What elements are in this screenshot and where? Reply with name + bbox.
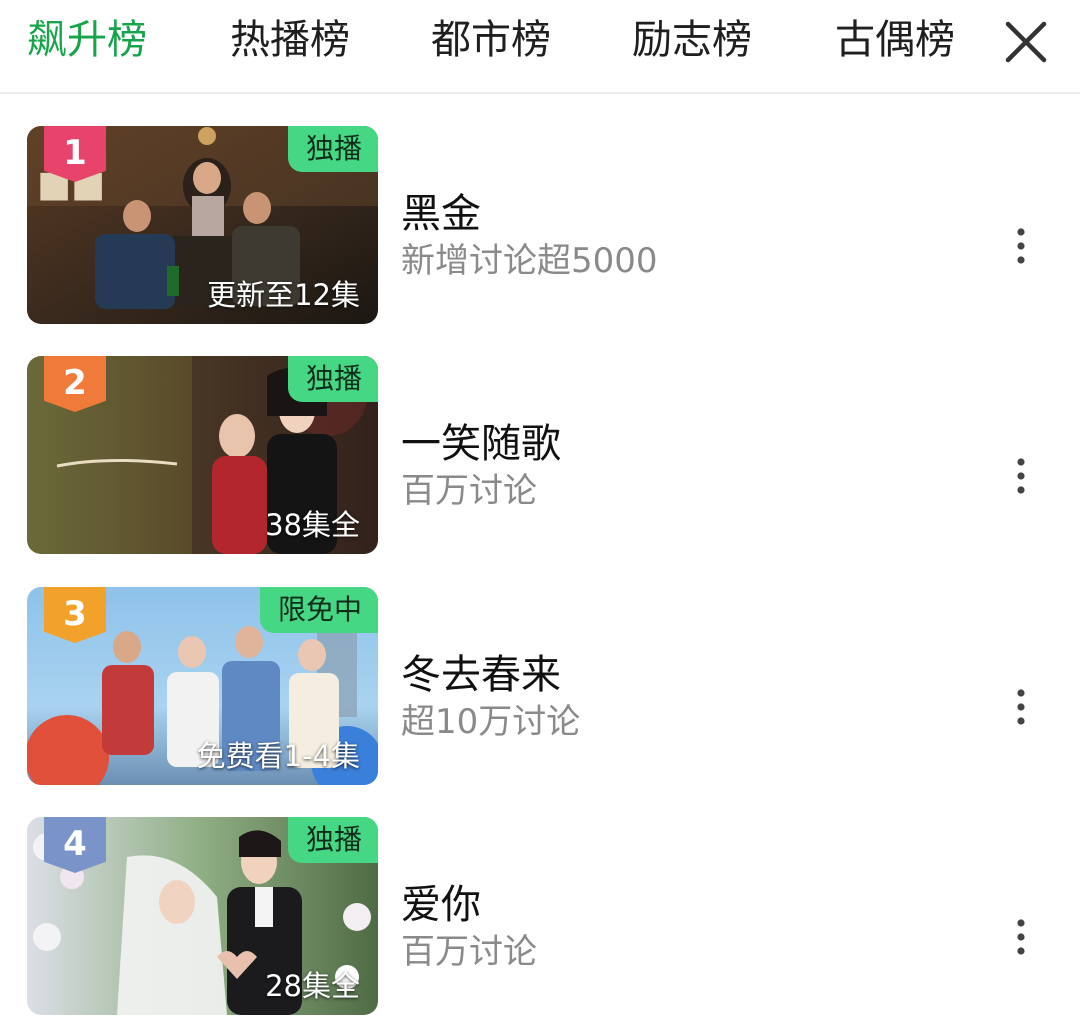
episode-status: 免费看1-4集 <box>196 739 360 773</box>
discussion-count: 新增讨论超5000 <box>401 241 658 281</box>
tab-soaring[interactable]: 飙升榜 <box>27 12 147 68</box>
list-item[interactable]: 3 限免中 免费看1-4集 冬去春来 超10万讨论 <box>0 587 1080 787</box>
drama-title[interactable]: 黑金 <box>401 181 481 239</box>
tab-costume-romance[interactable]: 古偶榜 <box>835 12 955 68</box>
discussion-count: 百万讨论 <box>401 471 537 511</box>
exclusive-badge: 独播 <box>287 356 378 402</box>
more-options-icon[interactable] <box>1006 456 1036 496</box>
rank-badge: 1 <box>44 126 106 182</box>
episode-status: 28集全 <box>265 969 360 1003</box>
list-item[interactable]: 4 独播 28集全 爱你 百万讨论 <box>0 817 1080 1017</box>
close-icon[interactable] <box>1000 16 1052 68</box>
exclusive-badge: 独播 <box>287 817 378 863</box>
poster-thumbnail[interactable]: 2 独播 38集全 <box>27 356 378 554</box>
poster-thumbnail[interactable]: ■■ 1 独播 更新至12集 <box>27 126 378 324</box>
exclusive-badge: 独播 <box>287 126 378 172</box>
poster-thumbnail[interactable]: 3 限免中 免费看1-4集 <box>27 587 378 785</box>
tab-inspirational[interactable]: 励志榜 <box>632 12 752 68</box>
rank-badge: 3 <box>44 587 106 643</box>
episode-status: 更新至12集 <box>207 278 360 312</box>
tab-urban[interactable]: 都市榜 <box>431 12 551 68</box>
drama-title[interactable]: 一笑随歌 <box>401 411 561 469</box>
rank-badge: 4 <box>44 817 106 873</box>
more-options-icon[interactable] <box>1006 917 1036 957</box>
list-item[interactable]: 2 独播 38集全 一笑随歌 百万讨论 <box>0 356 1080 556</box>
discussion-count: 百万讨论 <box>401 932 537 972</box>
episode-status: 38集全 <box>265 508 360 542</box>
tab-hot[interactable]: 热播榜 <box>230 12 350 68</box>
more-options-icon[interactable] <box>1006 226 1036 266</box>
drama-title[interactable]: 冬去春来 <box>401 642 561 700</box>
free-badge: 限免中 <box>259 587 378 633</box>
list-item[interactable]: ■■ 1 独播 更新至12集 黑金 新增讨论超5000 <box>0 126 1080 326</box>
more-options-icon[interactable] <box>1006 687 1036 727</box>
poster-thumbnail[interactable]: 4 独播 28集全 <box>27 817 378 1015</box>
drama-title[interactable]: 爱你 <box>401 872 481 930</box>
category-tab-bar: 飙升榜 热播榜 都市榜 励志榜 古偶榜 <box>0 0 1080 94</box>
discussion-count: 超10万讨论 <box>401 702 581 742</box>
rank-badge: 2 <box>44 356 106 412</box>
